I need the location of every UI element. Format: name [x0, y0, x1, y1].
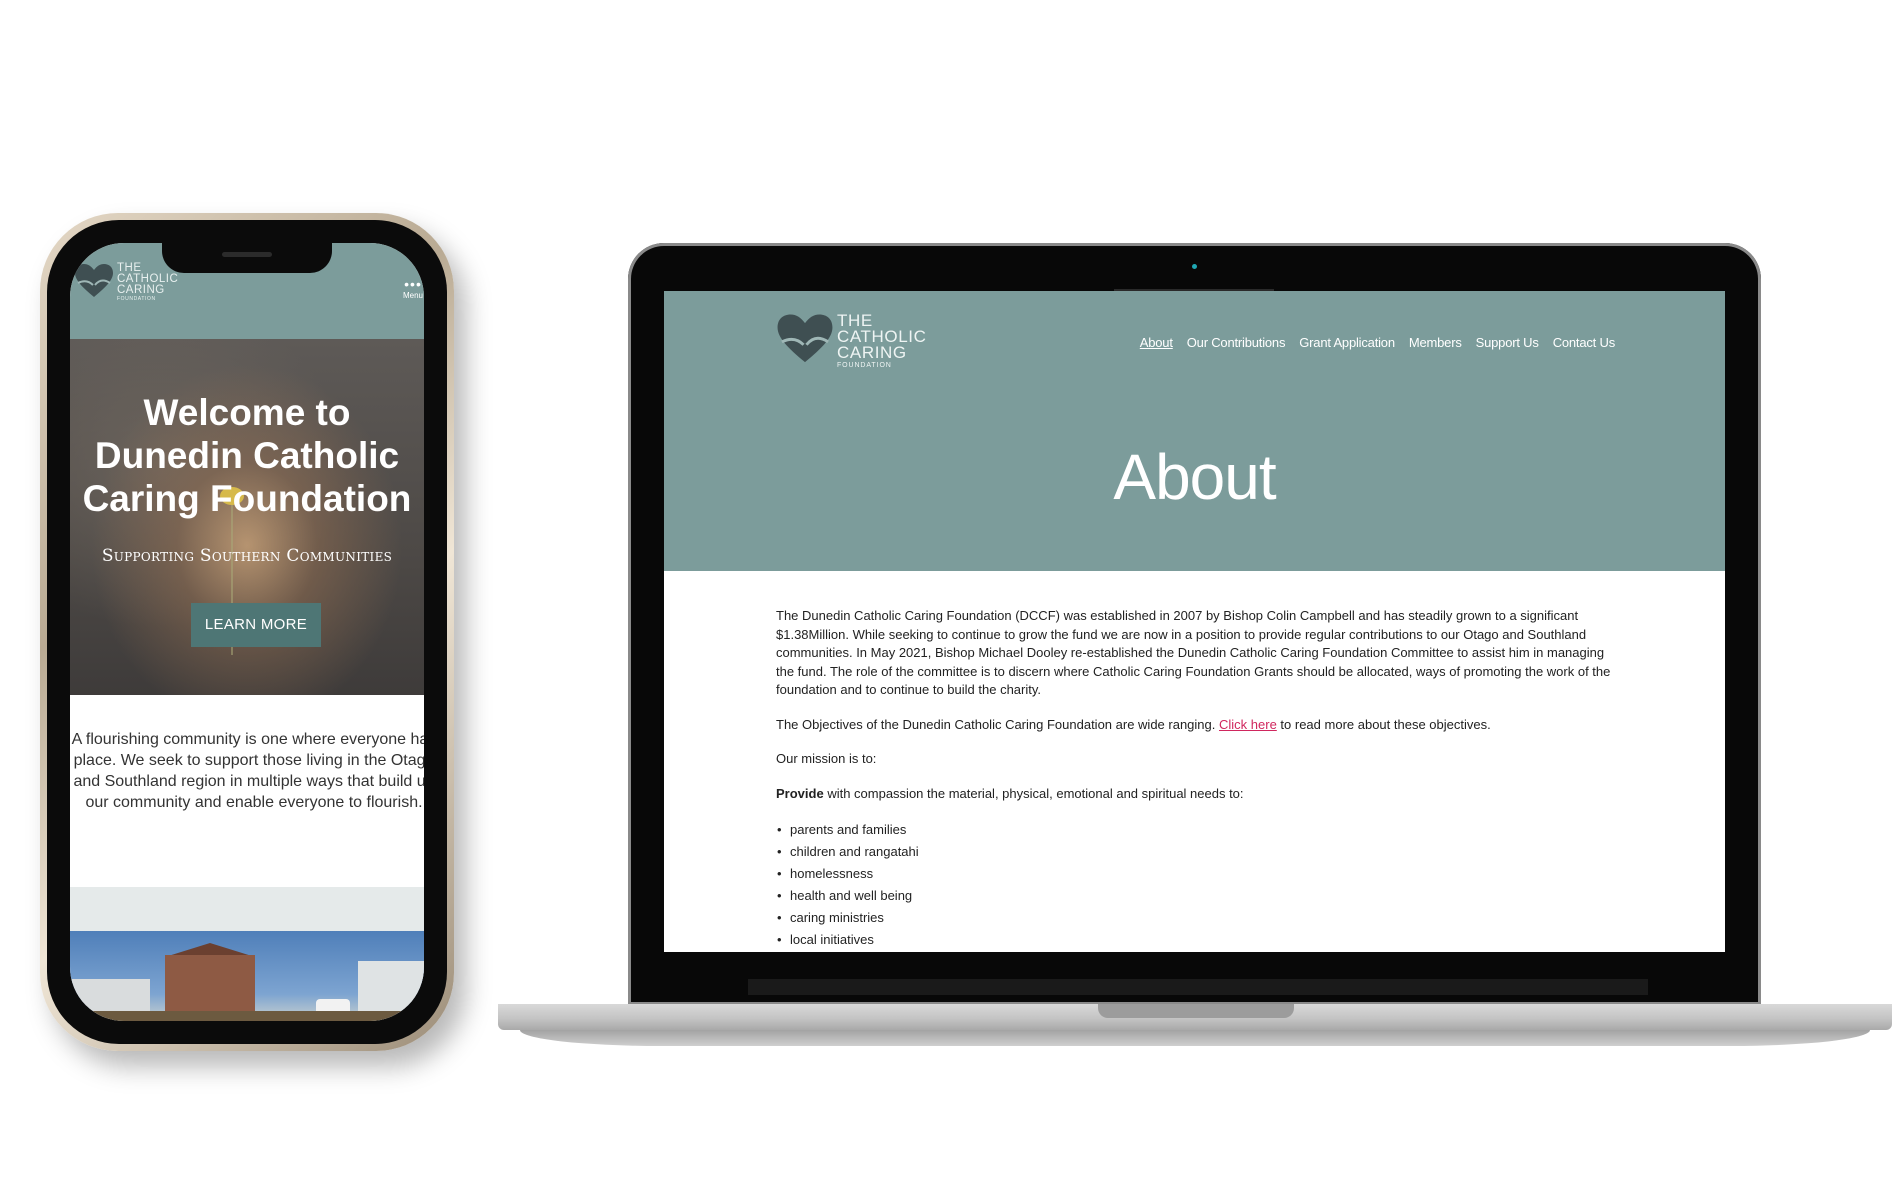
phone-frame: THE CATHOLIC CARING FOUNDATION ••• Menu: [40, 213, 454, 1051]
mobile-menu-label: Menu: [402, 291, 423, 300]
nav-item-our-contributions[interactable]: Our Contributions: [1187, 335, 1286, 350]
provide-bold: Provide: [776, 785, 824, 801]
objectives-text-before: The Objectives of the Dunedin Catholic C…: [776, 716, 1216, 732]
nav-item-contact-us[interactable]: Contact Us: [1553, 335, 1616, 350]
desktop-logo-text: THE CATHOLIC CARING FOUNDATION: [837, 312, 927, 371]
laptop-lid: THE CATHOLIC CARING FOUNDATION About Our…: [628, 243, 1761, 1005]
laptop-camera: [1192, 264, 1197, 269]
objectives-text-after: to read more about these objectives.: [1280, 716, 1491, 732]
mobile-divider-band: [70, 887, 424, 931]
logo-line-3: CARING: [837, 343, 907, 362]
mobile-logo[interactable]: THE CATHOLIC CARING FOUNDATION: [74, 262, 178, 303]
list-item: homelessness: [776, 863, 1616, 885]
phone-screen: THE CATHOLIC CARING FOUNDATION ••• Menu: [70, 243, 424, 1021]
laptop-screen: THE CATHOLIC CARING FOUNDATION About Our…: [664, 291, 1725, 952]
laptop-lower-bezel-bar: [748, 979, 1648, 995]
phone-notch: [162, 243, 332, 273]
photo-house: [358, 961, 424, 1013]
objectives-paragraph: The Objectives of the Dunedin Catholic C…: [776, 716, 1616, 735]
page-title: About: [1113, 441, 1276, 513]
logo-tagline: FOUNDATION: [117, 296, 156, 302]
logo-line-3: CARING: [117, 284, 165, 296]
list-item: caring ministries: [776, 907, 1616, 929]
about-content: The Dunedin Catholic Caring Foundation (…: [776, 607, 1616, 951]
mobile-hero-subtitle: Supporting Southern Communities: [101, 546, 393, 566]
nav-item-members[interactable]: Members: [1409, 335, 1462, 350]
nav-item-about[interactable]: About: [1140, 335, 1173, 350]
list-item: local initiatives: [776, 929, 1616, 951]
list-item: parents and families: [776, 819, 1616, 841]
needs-list: parents and families children and rangat…: [776, 819, 1616, 951]
phone-bezel: THE CATHOLIC CARING FOUNDATION ••• Menu: [47, 220, 447, 1044]
desktop-header: THE CATHOLIC CARING FOUNDATION About Our…: [664, 291, 1725, 571]
heart-hands-icon: [777, 314, 833, 363]
nav-item-support-us[interactable]: Support Us: [1476, 335, 1539, 350]
phone-speaker: [222, 252, 272, 257]
mobile-hero-title: Welcome to Dunedin Catholic Caring Found…: [82, 392, 412, 519]
click-here-link[interactable]: Click here: [1219, 717, 1277, 732]
mobile-community-photo: [70, 931, 424, 1021]
provide-paragraph: Provide with compassion the material, ph…: [776, 785, 1616, 804]
about-paragraph: The Dunedin Catholic Caring Foundation (…: [776, 608, 1611, 697]
mobile-menu-button[interactable]: ••• Menu: [402, 276, 424, 303]
device-mockup-stage: THE CATHOLIC CARING FOUNDATION ••• Menu: [0, 0, 1900, 1200]
photo-building: [165, 955, 255, 1015]
mobile-intro-text: A flourishing community is one where eve…: [71, 731, 424, 811]
mobile-hero: Welcome to Dunedin Catholic Caring Found…: [70, 339, 424, 695]
list-item: health and well being: [776, 885, 1616, 907]
laptop-base-underside: [520, 1030, 1870, 1046]
photo-firewood: [70, 1011, 424, 1021]
more-dots-icon: •••: [404, 276, 422, 292]
desktop-nav: About Our Contributions Grant Applicatio…: [1140, 335, 1615, 350]
mission-intro: Our mission is to:: [776, 751, 877, 766]
desktop-logo[interactable]: THE CATHOLIC CARING FOUNDATION: [776, 312, 927, 371]
provide-text: with compassion the material, physical, …: [827, 785, 1244, 801]
laptop-opening-notch: [1098, 1004, 1294, 1018]
logo-tagline: FOUNDATION: [837, 362, 892, 369]
list-item: children and rangatahi: [776, 841, 1616, 863]
mobile-logo-text: THE CATHOLIC CARING FOUNDATION: [117, 262, 178, 303]
learn-more-button[interactable]: LEARN MORE: [191, 603, 321, 647]
nav-item-grant-application[interactable]: Grant Application: [1299, 335, 1395, 350]
heart-hands-icon: [75, 264, 113, 297]
